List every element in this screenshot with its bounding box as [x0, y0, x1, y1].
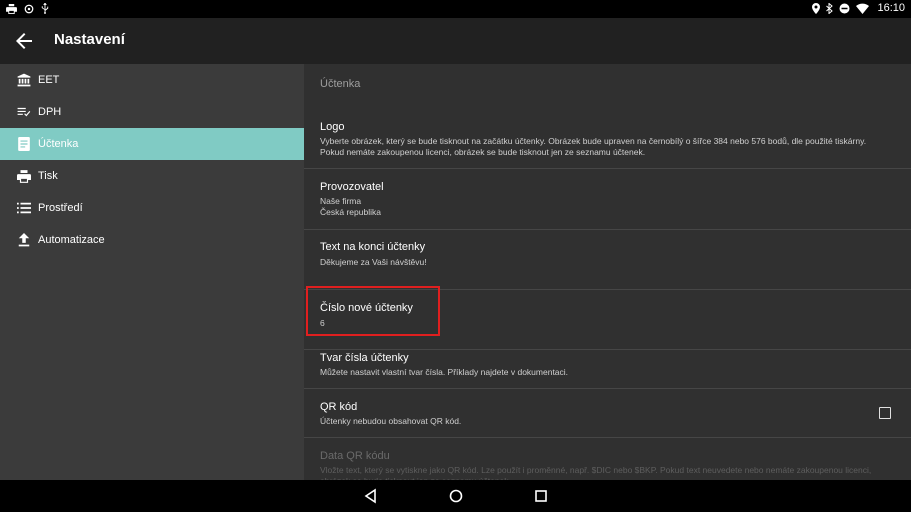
pref-data-qr-kodu[interactable]: Data QR kódu Vložte text, který se vytis…	[304, 438, 911, 480]
sidebar-item-label: Tisk	[38, 170, 58, 182]
sidebar-item-tisk[interactable]: Tisk	[0, 160, 304, 192]
nav-home-icon[interactable]	[446, 486, 466, 506]
pref-summary: Můžete nastavit vlastní tvar čísla. Přík…	[320, 367, 569, 377]
pref-tvar-cisla[interactable]: Tvar čísla účtenky Můžete nastavit vlast…	[304, 350, 911, 389]
pref-title: Text na konci účtenky	[320, 241, 426, 253]
sidebar-item-label: Prostředí	[38, 202, 83, 214]
pref-summary-line2: Česká republika	[320, 207, 381, 217]
sidebar-item-label: Automatizace	[38, 234, 105, 246]
wifi-icon	[856, 3, 870, 14]
sidebar-item-eet[interactable]: EET	[0, 64, 304, 96]
nav-recents-icon[interactable]	[531, 486, 551, 506]
settings-sidebar: EET DPH Účtenka Tisk Prostředí Automatiz…	[0, 64, 304, 480]
nav-back-icon[interactable]	[361, 486, 381, 506]
pref-provozovatel[interactable]: Provozovatel Naše firma Česká republika	[304, 169, 911, 230]
bluetooth-icon	[826, 2, 834, 14]
status-bar: 16:10	[0, 0, 911, 18]
status-time: 16:10	[877, 2, 905, 14]
sidebar-item-label: DPH	[38, 106, 62, 118]
pref-title: QR kód	[320, 401, 358, 413]
pref-qr-kod[interactable]: QR kód Účtenky nebudou obsahovat QR kód.	[304, 389, 911, 438]
section-title: Účtenka	[320, 78, 361, 90]
status-left-icons	[6, 3, 49, 14]
pref-title: Tvar čísla účtenky	[320, 352, 409, 364]
sidebar-item-automatizace[interactable]: Automatizace	[0, 224, 304, 256]
back-arrow-icon[interactable]	[12, 29, 36, 53]
print-icon	[16, 168, 32, 184]
list-check-icon	[16, 104, 32, 120]
pref-summary: Účtenky nebudou obsahovat QR kód.	[320, 416, 462, 426]
pref-title: Provozovatel	[320, 181, 384, 193]
sidebar-item-prostredi[interactable]: Prostředí	[0, 192, 304, 224]
list-icon	[16, 200, 32, 216]
pref-summary: Vyberte obrázek, který se bude tisknout …	[320, 136, 867, 157]
sidebar-item-label: Účtenka	[38, 138, 79, 150]
page-title: Nastavení	[54, 31, 125, 48]
qr-kod-checkbox[interactable]	[879, 407, 891, 419]
receipt-icon	[16, 136, 32, 152]
pref-title: Logo	[320, 121, 345, 133]
dnd-icon	[839, 3, 850, 13]
bank-icon	[16, 72, 32, 88]
pref-logo[interactable]: Logo Vyberte obrázek, který se bude tisk…	[304, 110, 911, 169]
pref-text-na-konci[interactable]: Text na konci účtenky Děkujeme za Vaši n…	[304, 230, 911, 290]
pref-title: Data QR kódu	[320, 450, 390, 462]
sidebar-item-dph[interactable]: DPH	[0, 96, 304, 128]
usb-icon	[41, 3, 49, 14]
pref-summary: Vložte text, který se vytiskne jako QR k…	[320, 465, 872, 480]
app-bar: Nastavení	[0, 18, 911, 64]
sidebar-item-label: EET	[38, 74, 60, 86]
pref-summary: Naše firma	[320, 196, 362, 206]
pref-title: Číslo nové účtenky	[320, 302, 413, 314]
pref-summary: Děkujeme za Vaši návštěvu!	[320, 257, 427, 267]
settings-content: Účtenka Logo Vyberte obrázek, který se b…	[304, 64, 911, 480]
location-icon	[812, 2, 821, 14]
sidebar-item-uctenka[interactable]: Účtenka	[0, 128, 304, 160]
upload-icon	[16, 232, 32, 248]
settings-icon	[24, 4, 34, 13]
pref-cislo-nove-uctenky[interactable]: Číslo nové účtenky 6	[304, 290, 911, 350]
print-icon	[6, 3, 17, 14]
navigation-bar	[0, 480, 911, 512]
status-right-icons: 16:10	[812, 2, 905, 14]
pref-summary: 6	[320, 318, 325, 328]
